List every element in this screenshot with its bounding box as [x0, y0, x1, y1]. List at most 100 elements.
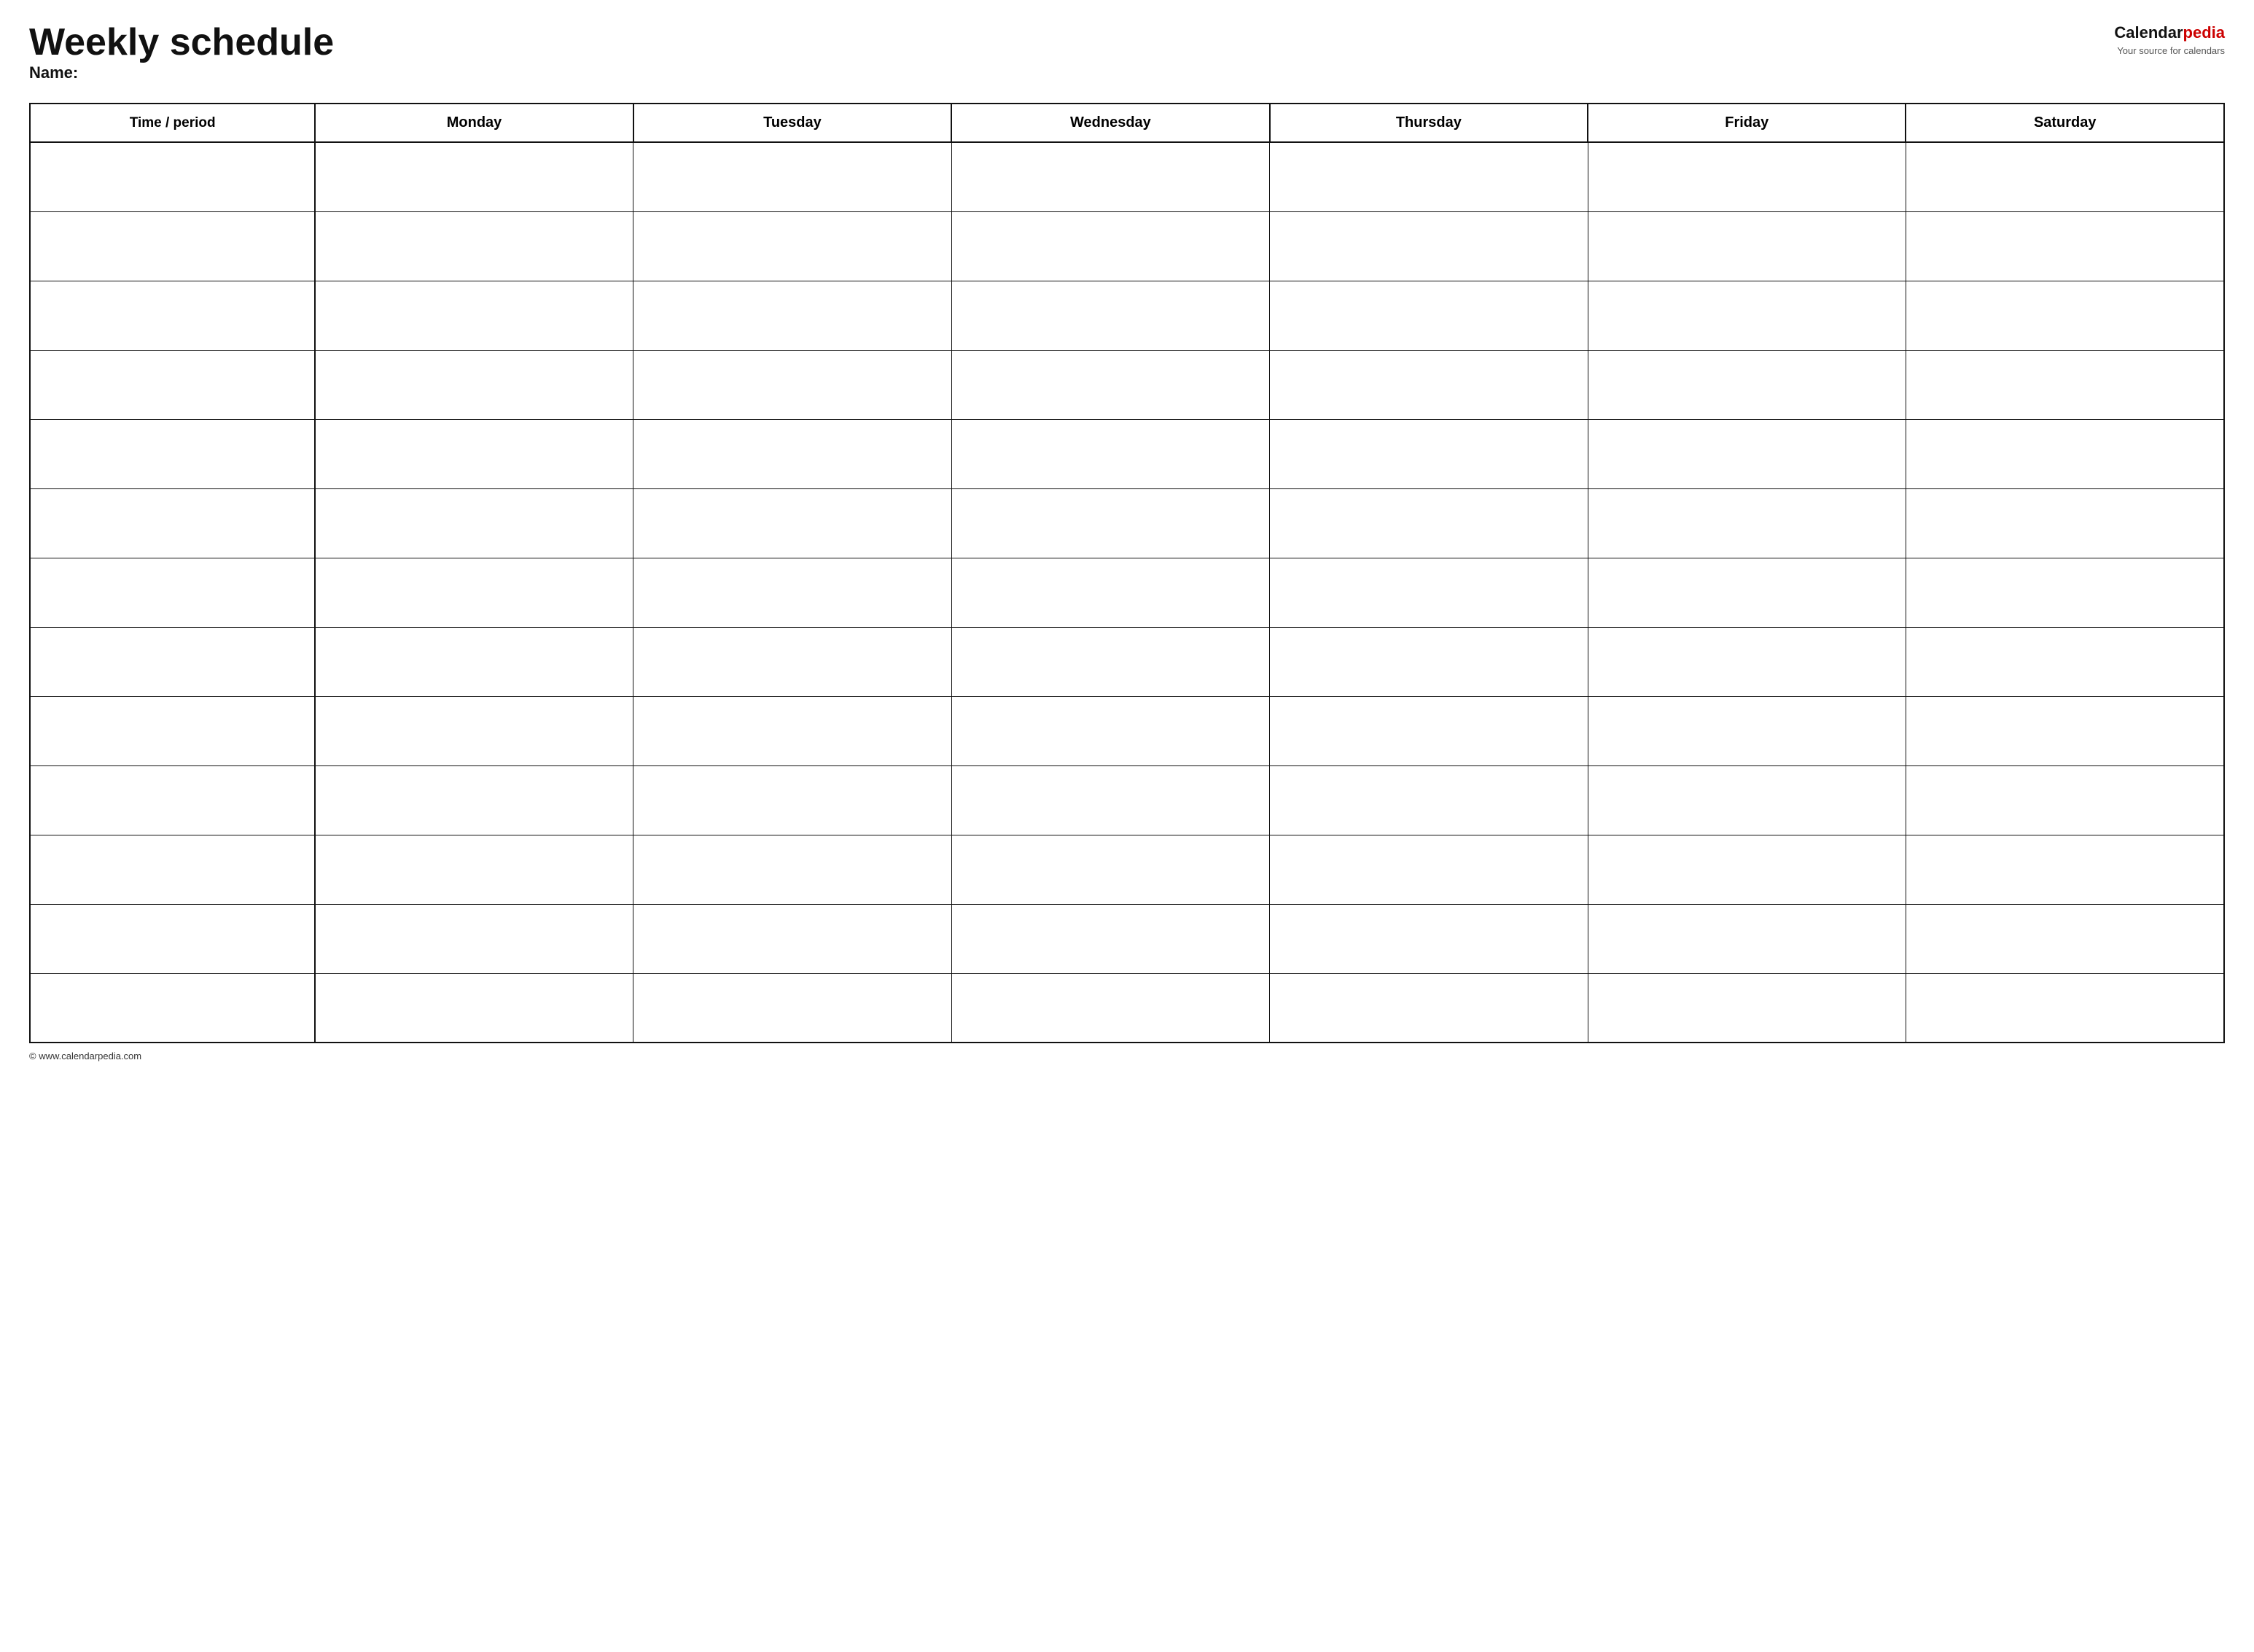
schedule-cell[interactable]	[1270, 350, 1588, 419]
schedule-cell[interactable]	[633, 142, 951, 211]
schedule-cell[interactable]	[633, 696, 951, 765]
time-period-cell[interactable]	[30, 696, 315, 765]
schedule-cell[interactable]	[951, 142, 1269, 211]
schedule-cell[interactable]	[633, 350, 951, 419]
schedule-cell[interactable]	[1588, 696, 1906, 765]
schedule-cell[interactable]	[633, 419, 951, 488]
schedule-cell[interactable]	[1270, 696, 1588, 765]
time-period-cell[interactable]	[30, 973, 315, 1043]
schedule-cell[interactable]	[315, 211, 633, 281]
schedule-cell[interactable]	[315, 627, 633, 696]
logo-text: Calendarpedia	[2114, 22, 2225, 44]
schedule-cell[interactable]	[1906, 696, 2224, 765]
copyright-text: © www.calendarpedia.com	[29, 1051, 141, 1061]
schedule-cell[interactable]	[315, 281, 633, 350]
schedule-cell[interactable]	[1588, 142, 1906, 211]
schedule-cell[interactable]	[1588, 419, 1906, 488]
schedule-cell[interactable]	[315, 696, 633, 765]
schedule-cell[interactable]	[1906, 835, 2224, 904]
schedule-cell[interactable]	[951, 350, 1269, 419]
schedule-cell[interactable]	[633, 488, 951, 558]
schedule-cell[interactable]	[315, 488, 633, 558]
schedule-cell[interactable]	[633, 765, 951, 835]
schedule-cell[interactable]	[1906, 419, 2224, 488]
schedule-cell[interactable]	[633, 211, 951, 281]
table-row	[30, 419, 2224, 488]
schedule-cell[interactable]	[1906, 281, 2224, 350]
schedule-cell[interactable]	[315, 419, 633, 488]
schedule-cell[interactable]	[633, 627, 951, 696]
schedule-cell[interactable]	[1270, 281, 1588, 350]
schedule-cell[interactable]	[1270, 142, 1588, 211]
schedule-cell[interactable]	[1906, 765, 2224, 835]
schedule-cell[interactable]	[1588, 627, 1906, 696]
schedule-cell[interactable]	[1270, 488, 1588, 558]
time-period-cell[interactable]	[30, 558, 315, 627]
col-header-monday: Monday	[315, 104, 633, 142]
schedule-cell[interactable]	[315, 904, 633, 973]
schedule-cell[interactable]	[633, 558, 951, 627]
schedule-cell[interactable]	[1906, 627, 2224, 696]
schedule-cell[interactable]	[1270, 419, 1588, 488]
time-period-cell[interactable]	[30, 419, 315, 488]
time-period-cell[interactable]	[30, 835, 315, 904]
schedule-cell[interactable]	[1588, 765, 1906, 835]
schedule-cell[interactable]	[1906, 558, 2224, 627]
schedule-cell[interactable]	[1906, 973, 2224, 1043]
schedule-cell[interactable]	[1270, 627, 1588, 696]
time-period-cell[interactable]	[30, 142, 315, 211]
schedule-cell[interactable]	[951, 419, 1269, 488]
schedule-cell[interactable]	[951, 835, 1269, 904]
schedule-cell[interactable]	[1270, 558, 1588, 627]
schedule-cell[interactable]	[951, 558, 1269, 627]
schedule-cell[interactable]	[633, 904, 951, 973]
schedule-cell[interactable]	[315, 142, 633, 211]
schedule-cell[interactable]	[1588, 904, 1906, 973]
schedule-cell[interactable]	[315, 973, 633, 1043]
schedule-cell[interactable]	[951, 696, 1269, 765]
schedule-cell[interactable]	[1906, 904, 2224, 973]
table-row	[30, 627, 2224, 696]
schedule-cell[interactable]	[1270, 765, 1588, 835]
schedule-cell[interactable]	[1906, 142, 2224, 211]
schedule-cell[interactable]	[951, 973, 1269, 1043]
time-period-cell[interactable]	[30, 211, 315, 281]
schedule-cell[interactable]	[1270, 973, 1588, 1043]
schedule-cell[interactable]	[1906, 211, 2224, 281]
time-period-cell[interactable]	[30, 350, 315, 419]
time-period-cell[interactable]	[30, 281, 315, 350]
schedule-cell[interactable]	[1906, 350, 2224, 419]
time-period-cell[interactable]	[30, 904, 315, 973]
schedule-cell[interactable]	[951, 627, 1269, 696]
table-row	[30, 281, 2224, 350]
schedule-cell[interactable]	[1270, 904, 1588, 973]
schedule-cell[interactable]	[1588, 973, 1906, 1043]
schedule-cell[interactable]	[1588, 281, 1906, 350]
schedule-cell[interactable]	[1588, 350, 1906, 419]
schedule-cell[interactable]	[1588, 558, 1906, 627]
schedule-cell[interactable]	[315, 765, 633, 835]
schedule-cell[interactable]	[951, 281, 1269, 350]
logo-pedia-part: pedia	[2183, 23, 2225, 42]
time-period-cell[interactable]	[30, 765, 315, 835]
schedule-cell[interactable]	[1270, 835, 1588, 904]
schedule-cell[interactable]	[315, 350, 633, 419]
schedule-cell[interactable]	[1906, 488, 2224, 558]
logo: Calendarpedia Your source for calendars	[2114, 22, 2225, 58]
schedule-cell[interactable]	[951, 488, 1269, 558]
schedule-cell[interactable]	[633, 835, 951, 904]
schedule-cell[interactable]	[951, 904, 1269, 973]
time-period-cell[interactable]	[30, 488, 315, 558]
schedule-cell[interactable]	[1588, 211, 1906, 281]
schedule-cell[interactable]	[1588, 835, 1906, 904]
table-row	[30, 765, 2224, 835]
schedule-cell[interactable]	[1588, 488, 1906, 558]
schedule-cell[interactable]	[315, 835, 633, 904]
schedule-cell[interactable]	[633, 973, 951, 1043]
schedule-cell[interactable]	[951, 211, 1269, 281]
schedule-cell[interactable]	[951, 765, 1269, 835]
schedule-cell[interactable]	[633, 281, 951, 350]
time-period-cell[interactable]	[30, 627, 315, 696]
schedule-cell[interactable]	[315, 558, 633, 627]
schedule-cell[interactable]	[1270, 211, 1588, 281]
